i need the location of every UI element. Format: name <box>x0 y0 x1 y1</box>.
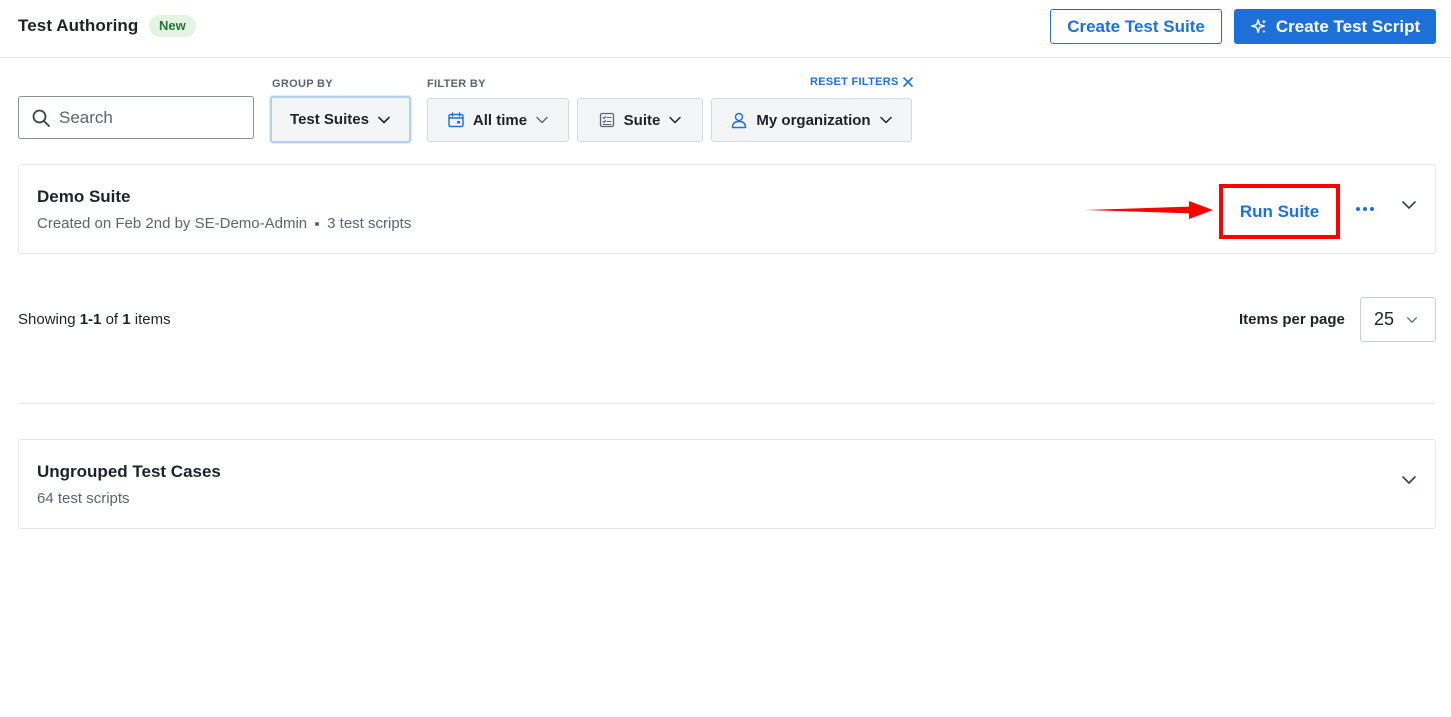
create-test-script-button[interactable]: Create Test Script <box>1234 9 1436 44</box>
search-box[interactable] <box>18 96 254 139</box>
chevron-down-icon[interactable] <box>1399 470 1419 490</box>
group-by-value: Test Suites <box>290 111 369 128</box>
organization-filter-value: My organization <box>756 111 871 129</box>
page-header: Test Authoring New Create Test Suite Cre… <box>0 0 1451 58</box>
new-badge: New <box>149 15 196 37</box>
suite-script-count: 3 test scripts <box>327 215 412 232</box>
chevron-down-icon <box>1407 316 1417 323</box>
type-filter-dropdown[interactable]: Suite <box>577 98 703 142</box>
chevron-down-icon <box>879 116 892 124</box>
ungrouped-card[interactable]: Ungrouped Test Cases 64 test scripts <box>18 439 1436 529</box>
chevron-down-icon <box>536 116 548 124</box>
calendar-icon <box>448 112 464 128</box>
run-suite-button[interactable]: Run Suite <box>1219 184 1340 239</box>
items-per-page-label: Items per page <box>1239 311 1345 328</box>
showing-total: 1 <box>122 311 131 328</box>
user-icon <box>732 112 747 129</box>
search-input[interactable] <box>59 107 239 128</box>
chevron-down-icon <box>669 116 682 124</box>
section-divider <box>18 403 1436 404</box>
chevron-down-icon <box>378 116 390 123</box>
suite-created: Created on Feb 2nd by SE-Demo-Admin <box>37 215 308 232</box>
group-by-dropdown[interactable]: Test Suites <box>270 96 411 143</box>
suite-card[interactable]: Demo Suite Created on Feb 2nd by SE-Demo… <box>18 164 1436 254</box>
sparkle-icon <box>1250 18 1267 33</box>
suite-title: Demo Suite <box>37 187 131 206</box>
create-test-script-label: Create Test Script <box>1275 16 1421 36</box>
showing-range: 1-1 <box>79 311 102 328</box>
reset-filters-button[interactable]: RESET FILTERS <box>810 76 914 88</box>
showing-suffix: items <box>130 311 171 328</box>
page-title: Test Authoring <box>18 16 139 35</box>
search-icon <box>32 109 50 127</box>
showing-count: Showing 1-1 of 1 items <box>18 311 171 328</box>
organization-filter-dropdown[interactable]: My organization <box>711 98 912 142</box>
showing-of: of <box>101 311 123 328</box>
checklist-icon <box>599 112 614 128</box>
create-test-suite-button[interactable]: Create Test Suite <box>1050 9 1222 44</box>
reset-filters-label: RESET FILTERS <box>810 76 899 88</box>
showing-prefix: Showing <box>18 311 80 328</box>
suite-meta: Created on Feb 2nd by SE-Demo-Admin 3 te… <box>37 215 411 232</box>
time-filter-dropdown[interactable]: All time <box>427 98 569 142</box>
close-icon <box>902 77 913 87</box>
separator-dot <box>315 221 320 226</box>
items-per-page-select[interactable]: 25 <box>1360 297 1436 342</box>
ungrouped-count: 64 test scripts <box>37 490 130 507</box>
more-icon[interactable] <box>1352 198 1378 220</box>
items-per-page-value: 25 <box>1374 309 1395 329</box>
type-filter-value: Suite <box>623 111 661 129</box>
group-by-label: GROUP BY <box>272 78 333 90</box>
time-filter-value: All time <box>472 111 528 129</box>
chevron-down-icon[interactable] <box>1399 195 1419 215</box>
arrow-icon <box>1085 201 1213 219</box>
ungrouped-title: Ungrouped Test Cases <box>37 462 221 481</box>
filter-by-label: FILTER BY <box>427 78 486 90</box>
